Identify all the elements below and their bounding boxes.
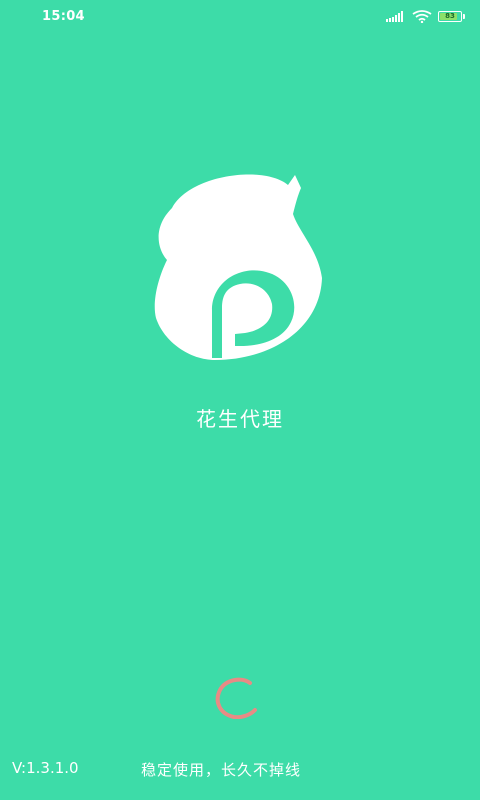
- app-slogan: 稳定使用，长久不掉线: [141, 761, 302, 779]
- status-time: 15:04: [42, 9, 85, 24]
- battery-level: 83: [445, 12, 455, 20]
- battery-tip: [463, 14, 465, 19]
- app-version: V:1.3.1.0: [12, 759, 79, 777]
- app-name: 花生代理: [196, 407, 284, 431]
- peanut-p-logo-icon: [154, 174, 322, 360]
- status-icons: 83: [386, 10, 465, 23]
- loading-spinner-icon: [215, 677, 257, 719]
- signal-icon: [386, 11, 403, 22]
- battery-icon: 83: [438, 11, 465, 22]
- wifi-icon: [412, 10, 432, 23]
- status-bar: 15:04 83: [0, 0, 480, 34]
